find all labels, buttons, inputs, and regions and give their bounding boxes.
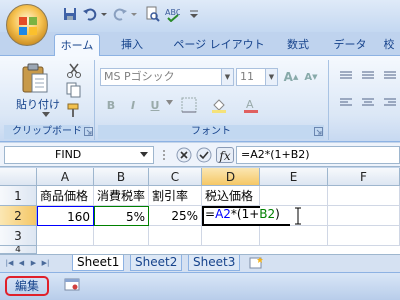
row-header-3[interactable]: 3 xyxy=(0,226,37,246)
enter-formula-icon[interactable] xyxy=(196,147,212,163)
formula-ref-a2: A2 xyxy=(215,207,231,221)
office-button[interactable] xyxy=(6,4,48,46)
insert-function-button[interactable]: fx xyxy=(216,147,234,163)
redo-icon[interactable] xyxy=(112,6,128,22)
cell-f3[interactable] xyxy=(328,226,400,246)
font-group-label: フォント xyxy=(98,125,324,139)
formula-part-mid: *(1+ xyxy=(230,207,260,221)
tab-formulas[interactable]: 数式 xyxy=(278,34,318,56)
first-sheet-icon[interactable]: |◀ xyxy=(4,257,15,269)
cell-c2[interactable]: 25% xyxy=(149,206,202,226)
formula-ref-b2: B2 xyxy=(259,207,276,221)
ribbon-separator xyxy=(94,60,95,140)
cell-d3[interactable] xyxy=(202,226,260,246)
font-size-value: 11 xyxy=(240,70,254,83)
bold-icon[interactable]: B xyxy=(102,96,120,114)
font-name-value: MS Pゴシック xyxy=(104,70,175,83)
select-all-corner[interactable] xyxy=(0,168,37,186)
shrink-font-icon[interactable]: A ▼ xyxy=(302,68,320,86)
tab-insert[interactable]: 挿入 xyxy=(112,34,152,56)
tab-home[interactable]: ホーム xyxy=(54,34,100,56)
status-bar xyxy=(0,272,400,300)
underline-icon[interactable]: U xyxy=(146,96,164,114)
alignment-icons[interactable] xyxy=(336,68,400,118)
paste-dropdown-icon[interactable] xyxy=(42,112,50,118)
svg-text:A: A xyxy=(246,98,254,111)
cell-c1[interactable]: 割引率 xyxy=(149,186,202,206)
last-sheet-icon[interactable]: ▶| xyxy=(40,257,51,269)
cell-e3[interactable] xyxy=(260,226,328,246)
cell-f1[interactable] xyxy=(328,186,400,206)
cell-a2[interactable]: 160 xyxy=(37,206,94,226)
text-cursor-icon xyxy=(295,207,301,225)
formula-part-end: ) xyxy=(275,207,280,221)
column-header-e[interactable]: E xyxy=(260,168,328,186)
grow-font-icon[interactable]: A ▲ xyxy=(282,68,300,86)
cell-d1[interactable]: 税込価格 xyxy=(202,186,260,206)
save-icon[interactable] xyxy=(62,6,78,22)
spell-check-icon[interactable]: ABC xyxy=(164,6,180,22)
font-name-combo[interactable]: MS Pゴシック ▼ xyxy=(100,68,234,86)
font-size-dropdown-icon[interactable]: ▼ xyxy=(265,69,277,85)
cell-b3[interactable] xyxy=(94,226,149,246)
formula-input[interactable]: =A2*(1+B2) xyxy=(236,146,400,164)
font-color-icon[interactable]: A xyxy=(242,96,260,114)
clipboard-launcher-icon[interactable] xyxy=(84,127,93,136)
customize-qat-icon[interactable] xyxy=(186,6,202,22)
tab-review[interactable]: 校 xyxy=(378,34,400,56)
insert-sheet-icon[interactable] xyxy=(248,256,266,270)
cancel-formula-icon[interactable] xyxy=(176,147,192,163)
tab-page-layout[interactable]: ページ レイアウト xyxy=(168,34,270,56)
clipboard-group-label: クリップボード xyxy=(4,125,90,139)
cell-f2[interactable] xyxy=(328,206,400,226)
borders-icon[interactable] xyxy=(180,96,198,114)
column-header-d[interactable]: D xyxy=(202,168,260,186)
undo-icon[interactable] xyxy=(82,6,98,22)
tab-data[interactable]: データ xyxy=(328,34,372,56)
italic-icon[interactable]: I xyxy=(124,96,142,114)
cell-c3[interactable] xyxy=(149,226,202,246)
prev-sheet-icon[interactable]: ◀ xyxy=(16,257,27,269)
print-preview-icon[interactable] xyxy=(144,6,160,22)
copy-icon[interactable] xyxy=(66,82,82,98)
formula-part-eq: = xyxy=(205,207,216,221)
name-box-dropdown-icon[interactable] xyxy=(140,152,148,158)
sheet-tab-3[interactable]: Sheet3 xyxy=(188,255,241,271)
sheet-tab-1[interactable]: Sheet1 xyxy=(72,255,125,271)
macro-record-icon[interactable] xyxy=(64,278,80,292)
underline-dropdown-icon[interactable] xyxy=(166,100,173,106)
column-header-b[interactable]: B xyxy=(94,168,149,186)
column-header-c[interactable]: C xyxy=(149,168,202,186)
row-header-2[interactable]: 2 xyxy=(0,206,37,226)
cell-b2[interactable]: 5% xyxy=(94,206,149,226)
font-name-dropdown-icon[interactable]: ▼ xyxy=(221,69,233,85)
font-size-combo[interactable]: 11 ▼ xyxy=(236,68,278,86)
cell-a3[interactable] xyxy=(37,226,94,246)
cut-icon[interactable] xyxy=(66,62,82,78)
active-cell-top-border xyxy=(202,206,260,208)
formula-bar-grip-icon xyxy=(163,150,165,160)
redo-dropdown-icon[interactable] xyxy=(130,6,138,22)
undo-dropdown-icon[interactable] xyxy=(100,6,108,22)
row-header-4[interactable]: 4 xyxy=(0,246,37,254)
ribbon-separator xyxy=(328,60,329,140)
cell-d2-editing[interactable]: =A2*(1+B2) xyxy=(202,206,290,226)
format-painter-icon[interactable] xyxy=(66,102,82,118)
sheet-tab-2[interactable]: Sheet2 xyxy=(130,255,183,271)
name-box[interactable]: FIND xyxy=(4,146,154,164)
status-mode-indicator: 編集 xyxy=(5,276,49,296)
paste-icon[interactable] xyxy=(20,62,50,94)
font-launcher-icon[interactable] xyxy=(314,127,323,136)
active-cell-left-border xyxy=(202,206,204,226)
fill-color-icon[interactable] xyxy=(210,96,228,114)
column-header-a[interactable]: A xyxy=(37,168,94,186)
office-logo-icon xyxy=(19,17,37,35)
next-sheet-icon[interactable]: ▶ xyxy=(28,257,39,269)
column-header-f[interactable]: F xyxy=(328,168,400,186)
cell-b1[interactable]: 消費税率 xyxy=(94,186,149,206)
cell-e1[interactable] xyxy=(260,186,328,206)
paste-button-label[interactable]: 貼り付け xyxy=(16,96,66,111)
cell-a1[interactable]: 商品価格 xyxy=(37,186,94,206)
row-header-1[interactable]: 1 xyxy=(0,186,37,206)
